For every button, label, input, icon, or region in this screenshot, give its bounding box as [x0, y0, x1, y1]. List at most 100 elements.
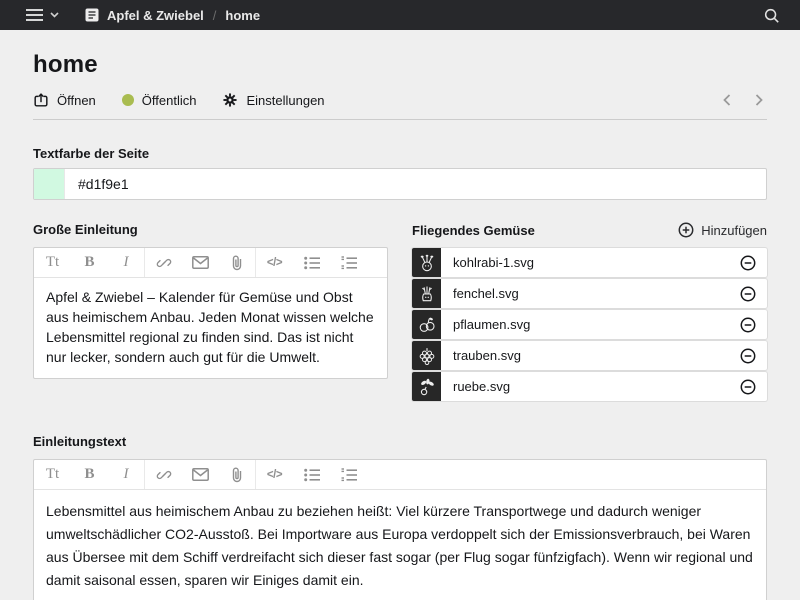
prev-button[interactable] — [719, 90, 735, 110]
editor-toolbar: Tt B I </> — [34, 460, 766, 490]
remove-button[interactable] — [729, 379, 767, 395]
intro-large-textarea[interactable]: Apfel & Zwiebel – Kalender für Gemüse un… — [34, 278, 387, 378]
page-content: home Öffnen Öffentlich Einstellungen — [0, 51, 800, 600]
code-icon: </> — [267, 257, 282, 269]
color-swatch[interactable] — [34, 169, 65, 199]
paperclip-icon — [231, 467, 243, 483]
pagination — [719, 90, 767, 110]
code-button[interactable]: </> — [256, 460, 293, 489]
headline-icon: Tt — [46, 254, 59, 271]
headline-button[interactable]: Tt — [34, 460, 71, 489]
bold-button[interactable]: B — [71, 460, 108, 489]
open-button-label: Öffnen — [57, 93, 96, 108]
intro-large-editor: Tt B I </> Apfel & Zwiebel – Kalender fü… — [33, 247, 388, 379]
hamburger-icon — [26, 8, 43, 22]
fenchel-icon — [412, 279, 441, 308]
vegetables-file-list: kohlrabi-1.svg fenchel.svg pflaumen.svg — [412, 248, 767, 401]
page-title: home — [33, 51, 767, 79]
italic-button[interactable]: I — [108, 460, 145, 489]
menu-button[interactable] — [22, 4, 63, 26]
next-button[interactable] — [751, 90, 767, 110]
paperclip-icon — [231, 255, 243, 271]
status-button[interactable]: Öffentlich — [122, 93, 197, 108]
filename: trauben.svg — [441, 348, 729, 363]
open-icon — [33, 92, 49, 108]
breadcrumb-site-label: Apfel & Zwiebel — [107, 8, 204, 23]
file-row-pflaumen[interactable]: pflaumen.svg — [412, 310, 767, 339]
minus-circle-icon — [740, 317, 756, 333]
status-button-label: Öffentlich — [142, 93, 197, 108]
link-button[interactable] — [145, 460, 182, 489]
file-row-ruebe[interactable]: ruebe.svg — [412, 372, 767, 401]
settings-button-label: Einstellungen — [246, 93, 324, 108]
italic-icon: I — [124, 466, 129, 483]
search-icon — [763, 7, 780, 24]
intro-text-paragraph-1: Lebensmittel aus heimischem Anbau zu bez… — [46, 500, 754, 592]
kohlrabi-icon — [412, 248, 441, 277]
bullet-list-icon — [304, 256, 320, 270]
intro-text-label: Einleitungstext — [33, 434, 767, 449]
filename: fenchel.svg — [441, 286, 729, 301]
italic-button[interactable]: I — [108, 248, 145, 277]
chevron-down-icon — [50, 12, 59, 18]
color-input[interactable]: #d1f9e1 — [33, 168, 767, 200]
pflaumen-icon — [412, 310, 441, 339]
bullet-list-icon — [304, 468, 320, 482]
ordered-list-button[interactable] — [330, 248, 367, 277]
vegetables-section: Fliegendes Gemüse Hinzufügen kohlrabi-1.… — [412, 222, 767, 403]
gear-icon — [222, 92, 238, 108]
attachment-button[interactable] — [219, 248, 256, 277]
filename: ruebe.svg — [441, 379, 729, 394]
topbar: Apfel & Zwiebel / home — [0, 0, 800, 30]
remove-button[interactable] — [729, 317, 767, 333]
intro-text-textarea[interactable]: Lebensmittel aus heimischem Anbau zu bez… — [34, 490, 766, 600]
email-button[interactable] — [182, 248, 219, 277]
bullet-list-button[interactable] — [293, 460, 330, 489]
chevron-right-icon — [755, 94, 763, 106]
remove-button[interactable] — [729, 286, 767, 302]
remove-button[interactable] — [729, 255, 767, 271]
settings-button[interactable]: Einstellungen — [222, 92, 324, 108]
vegetables-label: Fliegendes Gemüse — [412, 223, 535, 238]
minus-circle-icon — [740, 379, 756, 395]
file-row-trauben[interactable]: trauben.svg — [412, 341, 767, 370]
link-icon — [156, 467, 172, 483]
color-field-section: Textfarbe der Seite #d1f9e1 — [33, 146, 767, 200]
intro-text-editor: Tt B I </> Lebensmittel aus heimischem A… — [33, 459, 767, 600]
add-button-label: Hinzufügen — [701, 223, 767, 238]
italic-icon: I — [124, 254, 129, 271]
bold-button[interactable]: B — [71, 248, 108, 277]
trauben-icon — [412, 341, 441, 370]
breadcrumb-site[interactable]: Apfel & Zwiebel — [85, 8, 204, 23]
ruebe-icon — [412, 372, 441, 401]
plus-circle-icon — [678, 222, 694, 238]
code-button[interactable]: </> — [256, 248, 293, 277]
remove-button[interactable] — [729, 348, 767, 364]
search-button[interactable] — [753, 1, 790, 30]
ordered-list-icon — [341, 256, 357, 270]
ordered-list-button[interactable] — [330, 460, 367, 489]
minus-circle-icon — [740, 255, 756, 271]
headline-button[interactable]: Tt — [34, 248, 71, 277]
ordered-list-icon — [341, 468, 357, 482]
color-value: #d1f9e1 — [65, 176, 142, 192]
filename: kohlrabi-1.svg — [441, 255, 729, 270]
bold-icon: B — [84, 254, 94, 271]
bold-icon: B — [84, 466, 94, 483]
editor-toolbar: Tt B I </> — [34, 248, 387, 278]
add-button[interactable]: Hinzufügen — [678, 222, 767, 238]
filename: pflaumen.svg — [441, 317, 729, 332]
email-button[interactable] — [182, 460, 219, 489]
breadcrumb: Apfel & Zwiebel / home — [85, 8, 260, 23]
open-button[interactable]: Öffnen — [33, 92, 96, 108]
intro-text-section: Einleitungstext Tt B I </> Lebensmittel … — [33, 434, 767, 600]
page-header-bar: Öffnen Öffentlich Einstellungen — [33, 90, 767, 120]
attachment-button[interactable] — [219, 460, 256, 489]
file-row-kohlrabi[interactable]: kohlrabi-1.svg — [412, 248, 767, 277]
breadcrumb-separator: / — [213, 8, 217, 23]
file-row-fenchel[interactable]: fenchel.svg — [412, 279, 767, 308]
link-button[interactable] — [145, 248, 182, 277]
intro-large-section: Große Einleitung Tt B I </> Apfel & Zwie… — [33, 222, 388, 379]
bullet-list-button[interactable] — [293, 248, 330, 277]
breadcrumb-page[interactable]: home — [225, 8, 260, 23]
